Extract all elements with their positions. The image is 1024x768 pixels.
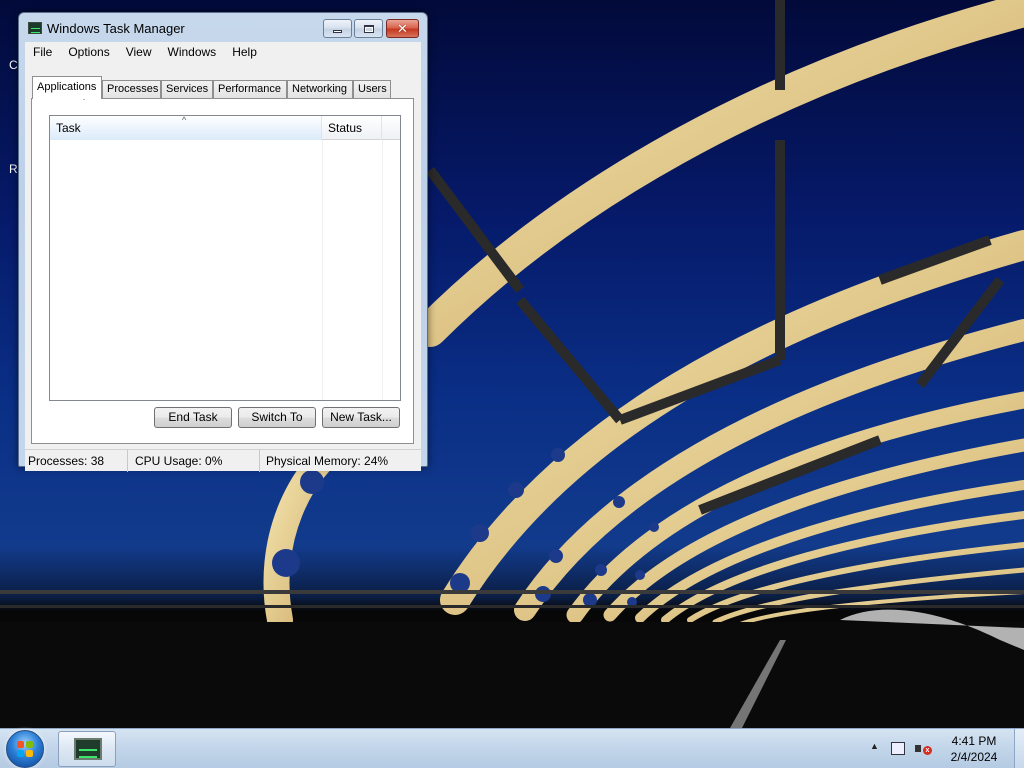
clock-time: 4:41 PM: [951, 734, 997, 748]
network-icon[interactable]: [891, 742, 905, 755]
status-cpu-usage: CPU Usage: 0%: [129, 450, 260, 472]
status-bar: Processes: 38 CPU Usage: 0% Physical Mem…: [25, 449, 421, 472]
tab-services[interactable]: Services: [161, 80, 213, 98]
show-desktop-button[interactable]: [1014, 729, 1024, 768]
desktop-icon-label-fragment[interactable]: C: [9, 58, 18, 72]
task-list[interactable]: Task ^ Status: [49, 115, 401, 401]
maximize-button[interactable]: [354, 19, 383, 38]
show-hidden-icons-arrow[interactable]: ▲: [870, 741, 879, 751]
tab-performance[interactable]: Performance: [213, 80, 287, 98]
maximize-icon: [363, 24, 374, 33]
column-header-status[interactable]: Status: [322, 116, 382, 140]
menu-help[interactable]: Help: [224, 42, 265, 62]
menu-windows[interactable]: Windows: [160, 42, 225, 62]
tab-applications[interactable]: Applications: [32, 76, 102, 99]
menu-bar: File Options View Windows Help: [25, 42, 421, 62]
system-clock[interactable]: 4:41 PM 2/4/2024: [942, 733, 1006, 765]
tab-networking[interactable]: Networking: [287, 80, 353, 98]
tab-processes[interactable]: Processes: [102, 80, 161, 98]
menu-view[interactable]: View: [118, 42, 160, 62]
start-button[interactable]: [6, 730, 44, 768]
close-button[interactable]: ✕: [386, 19, 419, 38]
column-divider: [322, 140, 323, 400]
title-bar[interactable]: Windows Task Manager ✕: [19, 13, 427, 43]
column-header-filler: [382, 116, 400, 140]
column-label-task: Task: [56, 121, 81, 135]
end-task-button[interactable]: End Task: [154, 407, 232, 428]
minimize-button[interactable]: [323, 19, 352, 38]
desktop-icon-label-fragment[interactable]: R: [9, 162, 18, 176]
column-divider: [382, 140, 383, 400]
menu-file[interactable]: File: [25, 42, 60, 62]
task-manager-window: Windows Task Manager ✕ File Options View…: [18, 12, 428, 472]
window-client-area: Applications Processes Services Performa…: [25, 62, 421, 472]
close-icon: ✕: [397, 21, 408, 36]
clock-date: 2/4/2024: [950, 750, 998, 764]
menu-options[interactable]: Options: [60, 42, 117, 62]
sort-ascending-icon: ^: [182, 115, 187, 125]
taskbar: ▲ x 4:41 PM 2/4/2024: [0, 728, 1024, 768]
volume-muted-icon[interactable]: x: [915, 742, 932, 756]
window-title: Windows Task Manager: [47, 21, 185, 36]
minimize-icon: [333, 30, 342, 33]
task-list-header: Task ^ Status: [50, 115, 400, 140]
column-header-task[interactable]: Task ^: [50, 115, 322, 140]
taskbar-button-task-manager[interactable]: [58, 731, 116, 767]
status-processes: Processes: 38: [25, 450, 128, 472]
applications-panel: Task ^ Status End Task Switch To New Tas…: [31, 98, 414, 444]
task-manager-icon: [74, 738, 102, 760]
new-task-button[interactable]: New Task...: [322, 407, 400, 428]
task-manager-icon[interactable]: [28, 22, 42, 34]
status-physical-memory: Physical Memory: 24%: [266, 454, 389, 468]
windows-logo-icon: [17, 741, 34, 758]
switch-to-button[interactable]: Switch To: [238, 407, 316, 428]
tab-users[interactable]: Users: [353, 80, 391, 98]
